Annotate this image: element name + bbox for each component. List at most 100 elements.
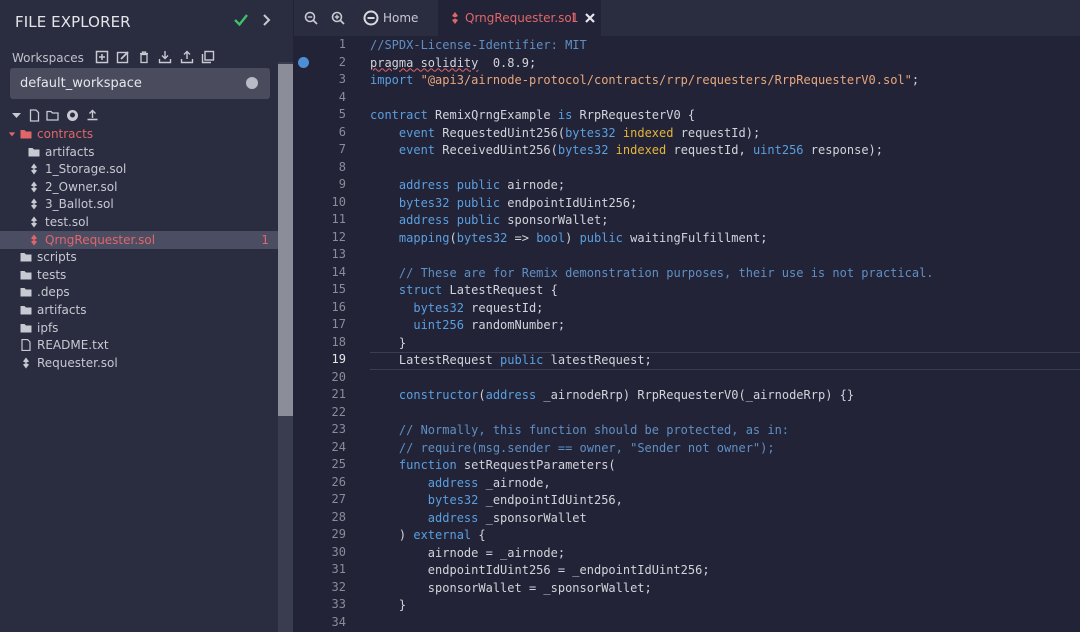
code-line[interactable]: address public sponsorWallet; bbox=[370, 212, 609, 230]
scrollbar-thumb[interactable] bbox=[278, 64, 293, 416]
code-line[interactable]: // These are for Remix demonstration pur… bbox=[370, 265, 934, 283]
line-number: 13 bbox=[331, 247, 346, 261]
folder-item[interactable]: artifacts bbox=[0, 301, 278, 319]
folder-item[interactable]: contracts bbox=[0, 125, 278, 143]
delete-workspace-icon[interactable] bbox=[137, 50, 151, 64]
breakpoint-dot-icon[interactable] bbox=[298, 57, 309, 68]
code-line[interactable]: endpointIdUint256 = _endpointIdUint256; bbox=[370, 562, 710, 580]
code-line[interactable]: event RequestedUint256(bytes32 indexed r… bbox=[370, 125, 760, 143]
solidity-file-icon bbox=[31, 181, 37, 193]
edit-workspace-icon[interactable] bbox=[116, 50, 130, 64]
code-line[interactable]: } bbox=[370, 597, 406, 615]
code-line[interactable]: event ReceivedUint256(bytes32 indexed re… bbox=[370, 142, 883, 160]
code-line[interactable]: uint256 randomNumber; bbox=[370, 317, 565, 335]
line-number: 32 bbox=[331, 579, 346, 594]
panel-title: FILE EXPLORER bbox=[15, 13, 131, 31]
tree-item-label: artifacts bbox=[45, 144, 95, 159]
line-number: 14 bbox=[331, 264, 346, 279]
line-number: 15 bbox=[331, 282, 346, 296]
new-folder-icon[interactable] bbox=[46, 109, 59, 122]
caret-down-icon[interactable] bbox=[10, 109, 23, 122]
workspace-select-value: default_workspace bbox=[20, 76, 142, 91]
github-icon[interactable] bbox=[66, 109, 79, 122]
tree-item-label: artifacts bbox=[37, 303, 87, 317]
code-line[interactable]: import "@api3/airnode-protocol/contracts… bbox=[370, 72, 919, 90]
line-number: 28 bbox=[331, 509, 346, 524]
file-item[interactable]: README.txt bbox=[0, 336, 278, 354]
file-item[interactable]: 3_Ballot.sol bbox=[0, 195, 278, 213]
tree-item-label: tests bbox=[37, 267, 67, 282]
code-line[interactable]: function setRequestParameters( bbox=[370, 457, 616, 475]
solidity-file-icon bbox=[31, 163, 37, 175]
code-line[interactable]: address public airnode; bbox=[370, 177, 565, 195]
code-line[interactable]: } bbox=[370, 335, 406, 353]
folder-icon bbox=[28, 147, 40, 157]
tree-item-label: Requester.sol bbox=[37, 355, 118, 370]
tab-active-label: QrngRequester.sol bbox=[465, 11, 576, 25]
zoom-out-icon[interactable] bbox=[304, 11, 318, 25]
checkmark-icon[interactable] bbox=[233, 11, 249, 29]
folder-icon bbox=[20, 253, 32, 262]
code-line[interactable]: address _sponsorWallet bbox=[370, 510, 587, 528]
tree-item-label: README.txt bbox=[37, 338, 109, 353]
code-line[interactable]: constructor(address _airnodeRrp) RrpRequ… bbox=[370, 387, 854, 405]
clone-workspace-icon[interactable] bbox=[201, 50, 215, 64]
code-line[interactable]: contract RemixQrngExample is RrpRequeste… bbox=[370, 107, 695, 125]
code-line[interactable]: //SPDX-License-Identifier: MIT bbox=[370, 37, 587, 55]
zoom-in-icon[interactable] bbox=[331, 11, 345, 25]
line-number: 27 bbox=[331, 492, 346, 506]
file-item[interactable]: QrngRequester.sol 1 bbox=[0, 230, 278, 249]
code-line[interactable]: // require(msg.sender == owner, "Sender … bbox=[370, 440, 775, 458]
tab-home[interactable]: Home bbox=[356, 0, 438, 36]
tree-item-label: test.sol bbox=[45, 215, 89, 229]
line-number: 34 bbox=[331, 614, 346, 629]
code-line[interactable]: pragma solidity 0.8.9; bbox=[370, 55, 536, 73]
line-number: 29 bbox=[331, 527, 346, 541]
line-number: 21 bbox=[331, 387, 346, 401]
remix-logo-icon bbox=[363, 10, 379, 26]
workspace-select[interactable]: default_workspace bbox=[10, 68, 270, 99]
folder-item[interactable]: scripts bbox=[0, 248, 278, 266]
download-workspace-icon[interactable] bbox=[158, 50, 172, 64]
code-line[interactable]: bytes32 public endpointIdUint256; bbox=[370, 195, 637, 213]
file-item[interactable]: 2_Owner.sol bbox=[0, 178, 278, 196]
chevron-right-icon[interactable] bbox=[262, 12, 272, 28]
upload-file-icon[interactable] bbox=[86, 109, 99, 122]
line-number: 8 bbox=[338, 159, 346, 174]
code-line[interactable]: LatestRequest public latestRequest; bbox=[370, 352, 652, 370]
file-icon bbox=[21, 339, 31, 352]
line-number: 26 bbox=[331, 474, 346, 489]
code-area[interactable]: //SPDX-License-Identifier: MIT pragma sol… bbox=[370, 36, 1080, 632]
code-line[interactable]: // Normally, this function should be pro… bbox=[370, 422, 789, 440]
code-line[interactable]: address _airnode, bbox=[370, 475, 551, 493]
tab-qrng-requester[interactable]: QrngRequester.sol 1 bbox=[438, 0, 601, 36]
file-item[interactable]: 1_Storage.sol bbox=[0, 160, 278, 178]
folder-item[interactable]: artifacts bbox=[0, 143, 278, 161]
file-item[interactable]: Requester.sol bbox=[0, 354, 278, 372]
new-file-icon[interactable] bbox=[28, 109, 41, 122]
code-line[interactable]: ) external { bbox=[370, 527, 486, 545]
line-number: 12 bbox=[331, 229, 346, 244]
line-number: 24 bbox=[331, 439, 346, 454]
line-number: 23 bbox=[331, 422, 346, 436]
line-number: 22 bbox=[331, 404, 346, 419]
folder-icon bbox=[20, 288, 32, 297]
tree-item-label: contracts bbox=[37, 127, 94, 141]
code-line[interactable]: airnode = _airnode; bbox=[370, 545, 565, 563]
upload-workspace-icon[interactable] bbox=[180, 50, 194, 64]
folder-item[interactable]: .deps bbox=[0, 283, 278, 301]
tree-item-label: 1_Storage.sol bbox=[45, 162, 127, 177]
code-line[interactable]: struct LatestRequest { bbox=[370, 282, 558, 300]
folder-icon bbox=[20, 306, 32, 315]
create-workspace-icon[interactable] bbox=[95, 50, 109, 64]
folder-item[interactable]: ipfs bbox=[0, 319, 278, 337]
code-line[interactable]: mapping(bytes32 => bool) public waitingF… bbox=[370, 230, 768, 248]
tree-item-label: 3_Ballot.sol bbox=[45, 197, 114, 212]
code-line[interactable]: sponsorWallet = _sponsorWallet; bbox=[370, 580, 652, 598]
sidebar-scrollbar[interactable] bbox=[278, 62, 293, 632]
file-item[interactable]: test.sol bbox=[0, 213, 278, 231]
code-line[interactable]: bytes32 _endpointIdUint256, bbox=[370, 492, 623, 510]
folder-item[interactable]: tests bbox=[0, 266, 278, 284]
close-icon[interactable] bbox=[584, 12, 596, 24]
code-line[interactable]: bytes32 requestId; bbox=[370, 300, 543, 318]
